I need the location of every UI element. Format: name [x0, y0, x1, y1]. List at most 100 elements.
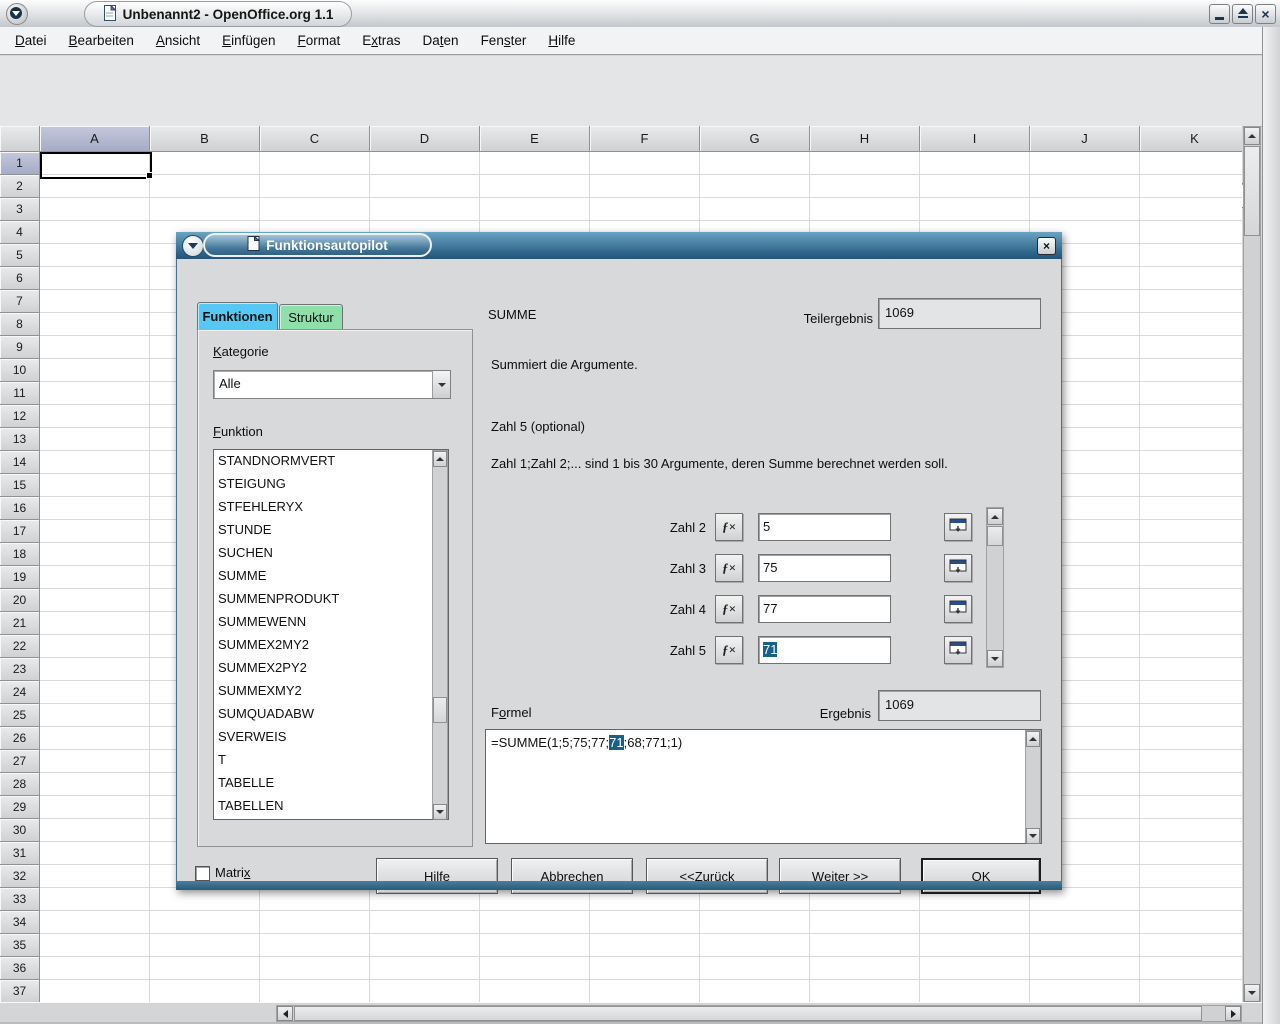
menu-item-ansicht[interactable]: Ansicht — [145, 28, 211, 54]
scroll-left-button[interactable] — [277, 1006, 293, 1021]
maximize-button[interactable] — [1232, 4, 1253, 24]
listbox-scrollbar[interactable] — [432, 450, 448, 819]
arguments-scroll-thumb[interactable] — [987, 526, 1003, 546]
fx-button[interactable]: ƒ× — [715, 513, 743, 541]
function-list-item[interactable]: TABELLEN — [214, 795, 432, 818]
row-header-26[interactable]: 26 — [0, 727, 40, 750]
category-dropdown-button[interactable] — [432, 371, 450, 398]
row-header-25[interactable]: 25 — [0, 704, 40, 727]
function-list-item[interactable]: SVERWEIS — [214, 726, 432, 749]
column-header-C[interactable]: C — [260, 126, 370, 152]
scroll-right-button[interactable] — [1225, 1006, 1241, 1021]
listbox-scroll-thumb[interactable] — [433, 697, 447, 723]
row-header-5[interactable]: 5 — [0, 244, 40, 267]
function-list-item[interactable]: SUMMENPRODUKT — [214, 588, 432, 611]
column-header-E[interactable]: E — [480, 126, 590, 152]
function-list-item[interactable]: SUMMEWENN — [214, 611, 432, 634]
column-header-F[interactable]: F — [590, 126, 700, 152]
scroll-down-button[interactable] — [1244, 984, 1260, 1002]
shrink-button[interactable] — [944, 513, 972, 541]
scroll-down-button[interactable] — [433, 804, 447, 820]
argument-input[interactable]: 71 — [758, 636, 891, 664]
row-header-22[interactable]: 22 — [0, 635, 40, 658]
row-header-6[interactable]: 6 — [0, 267, 40, 290]
row-header-3[interactable]: 3 — [0, 198, 40, 221]
row-header-20[interactable]: 20 — [0, 589, 40, 612]
fx-button[interactable]: ƒ× — [715, 554, 743, 582]
row-header-2[interactable]: 2 — [0, 175, 40, 198]
column-header-D[interactable]: D — [370, 126, 480, 152]
function-listbox[interactable]: STANDNORMVERTSTEIGUNGSTFEHLERYXSTUNDESUC… — [213, 449, 449, 820]
argument-input[interactable]: 75 — [758, 554, 891, 582]
function-list-item[interactable]: SUMMEX2PY2 — [214, 657, 432, 680]
menu-item-format[interactable]: Format — [286, 28, 351, 54]
arguments-scrollbar[interactable] — [986, 507, 1004, 668]
function-list-item[interactable]: STFEHLERYX — [214, 496, 432, 519]
row-header-1[interactable]: 1 — [0, 152, 40, 175]
function-list-item[interactable]: SUMMEX2MY2 — [214, 634, 432, 657]
menu-item-fenster[interactable]: Fenster — [470, 28, 538, 54]
scroll-up-button[interactable] — [1026, 731, 1040, 747]
row-header-9[interactable]: 9 — [0, 336, 40, 359]
function-list-item[interactable]: TABELLE — [214, 772, 432, 795]
row-header-21[interactable]: 21 — [0, 612, 40, 635]
matrix-checkbox[interactable] — [195, 866, 210, 881]
menu-item-datei[interactable]: Datei — [4, 28, 58, 54]
row-header-31[interactable]: 31 — [0, 842, 40, 865]
row-header-33[interactable]: 33 — [0, 888, 40, 911]
row-header-34[interactable]: 34 — [0, 911, 40, 934]
row-header-4[interactable]: 4 — [0, 221, 40, 244]
dialog-close-button[interactable]: × — [1037, 237, 1056, 255]
column-header-A[interactable]: A — [40, 126, 150, 152]
vertical-scrollbar[interactable] — [1243, 126, 1261, 1003]
column-header-H[interactable]: H — [810, 126, 920, 152]
scroll-down-button[interactable] — [987, 650, 1003, 667]
function-list-item[interactable]: STEIGUNG — [214, 473, 432, 496]
row-header-7[interactable]: 7 — [0, 290, 40, 313]
row-header-19[interactable]: 19 — [0, 566, 40, 589]
menu-item-bearbeiten[interactable]: Bearbeiten — [58, 28, 145, 54]
column-header-I[interactable]: I — [920, 126, 1030, 152]
function-list-item[interactable]: SUMMEXMY2 — [214, 680, 432, 703]
function-list-item[interactable]: STUNDE — [214, 519, 432, 542]
window-menu-button[interactable] — [6, 3, 28, 25]
horizontal-scrollbar[interactable] — [276, 1005, 1242, 1022]
horizontal-scroll-thumb[interactable] — [294, 1006, 1202, 1021]
column-header-B[interactable]: B — [150, 126, 260, 152]
argument-input[interactable]: 5 — [758, 513, 891, 541]
row-header-17[interactable]: 17 — [0, 520, 40, 543]
formula-box-scrollbar[interactable] — [1025, 730, 1041, 843]
fx-button[interactable]: ƒ× — [715, 595, 743, 623]
row-header-35[interactable]: 35 — [0, 934, 40, 957]
row-header-30[interactable]: 30 — [0, 819, 40, 842]
window-title-pill[interactable]: Unbenannt2 - OpenOffice.org 1.1 — [84, 1, 352, 27]
menu-item-daten[interactable]: Daten — [412, 28, 470, 54]
menu-item-einfgen[interactable]: Einfügen — [211, 28, 286, 54]
scroll-up-button[interactable] — [1244, 127, 1260, 145]
shrink-button[interactable] — [944, 595, 972, 623]
row-header-18[interactable]: 18 — [0, 543, 40, 566]
row-header-15[interactable]: 15 — [0, 474, 40, 497]
function-list-item[interactable]: SUMME — [214, 565, 432, 588]
category-combo[interactable]: Alle — [213, 370, 451, 399]
row-header-16[interactable]: 16 — [0, 497, 40, 520]
row-header-36[interactable]: 36 — [0, 957, 40, 980]
selection-handle[interactable] — [146, 172, 153, 179]
column-header-K[interactable]: K — [1140, 126, 1242, 152]
formula-box[interactable]: =SUMME(1;5;75;77;71;68;771;1) — [485, 729, 1042, 844]
function-list-item[interactable]: SUCHEN — [214, 542, 432, 565]
close-button[interactable]: × — [1255, 4, 1276, 24]
scroll-up-button[interactable] — [987, 508, 1003, 525]
tab-struktur[interactable]: Struktur — [279, 304, 343, 330]
fx-button[interactable]: ƒ× — [715, 636, 743, 664]
dialog-menu-button[interactable] — [182, 235, 204, 257]
column-header-G[interactable]: G — [700, 126, 810, 152]
row-header-24[interactable]: 24 — [0, 681, 40, 704]
menu-item-extras[interactable]: Extras — [351, 28, 411, 54]
column-header-J[interactable]: J — [1030, 126, 1140, 152]
vertical-scroll-thumb[interactable] — [1244, 146, 1260, 236]
row-header-11[interactable]: 11 — [0, 382, 40, 405]
minimize-button[interactable] — [1209, 4, 1230, 24]
row-header-29[interactable]: 29 — [0, 796, 40, 819]
tab-funktionen[interactable]: Funktionen — [197, 302, 278, 330]
